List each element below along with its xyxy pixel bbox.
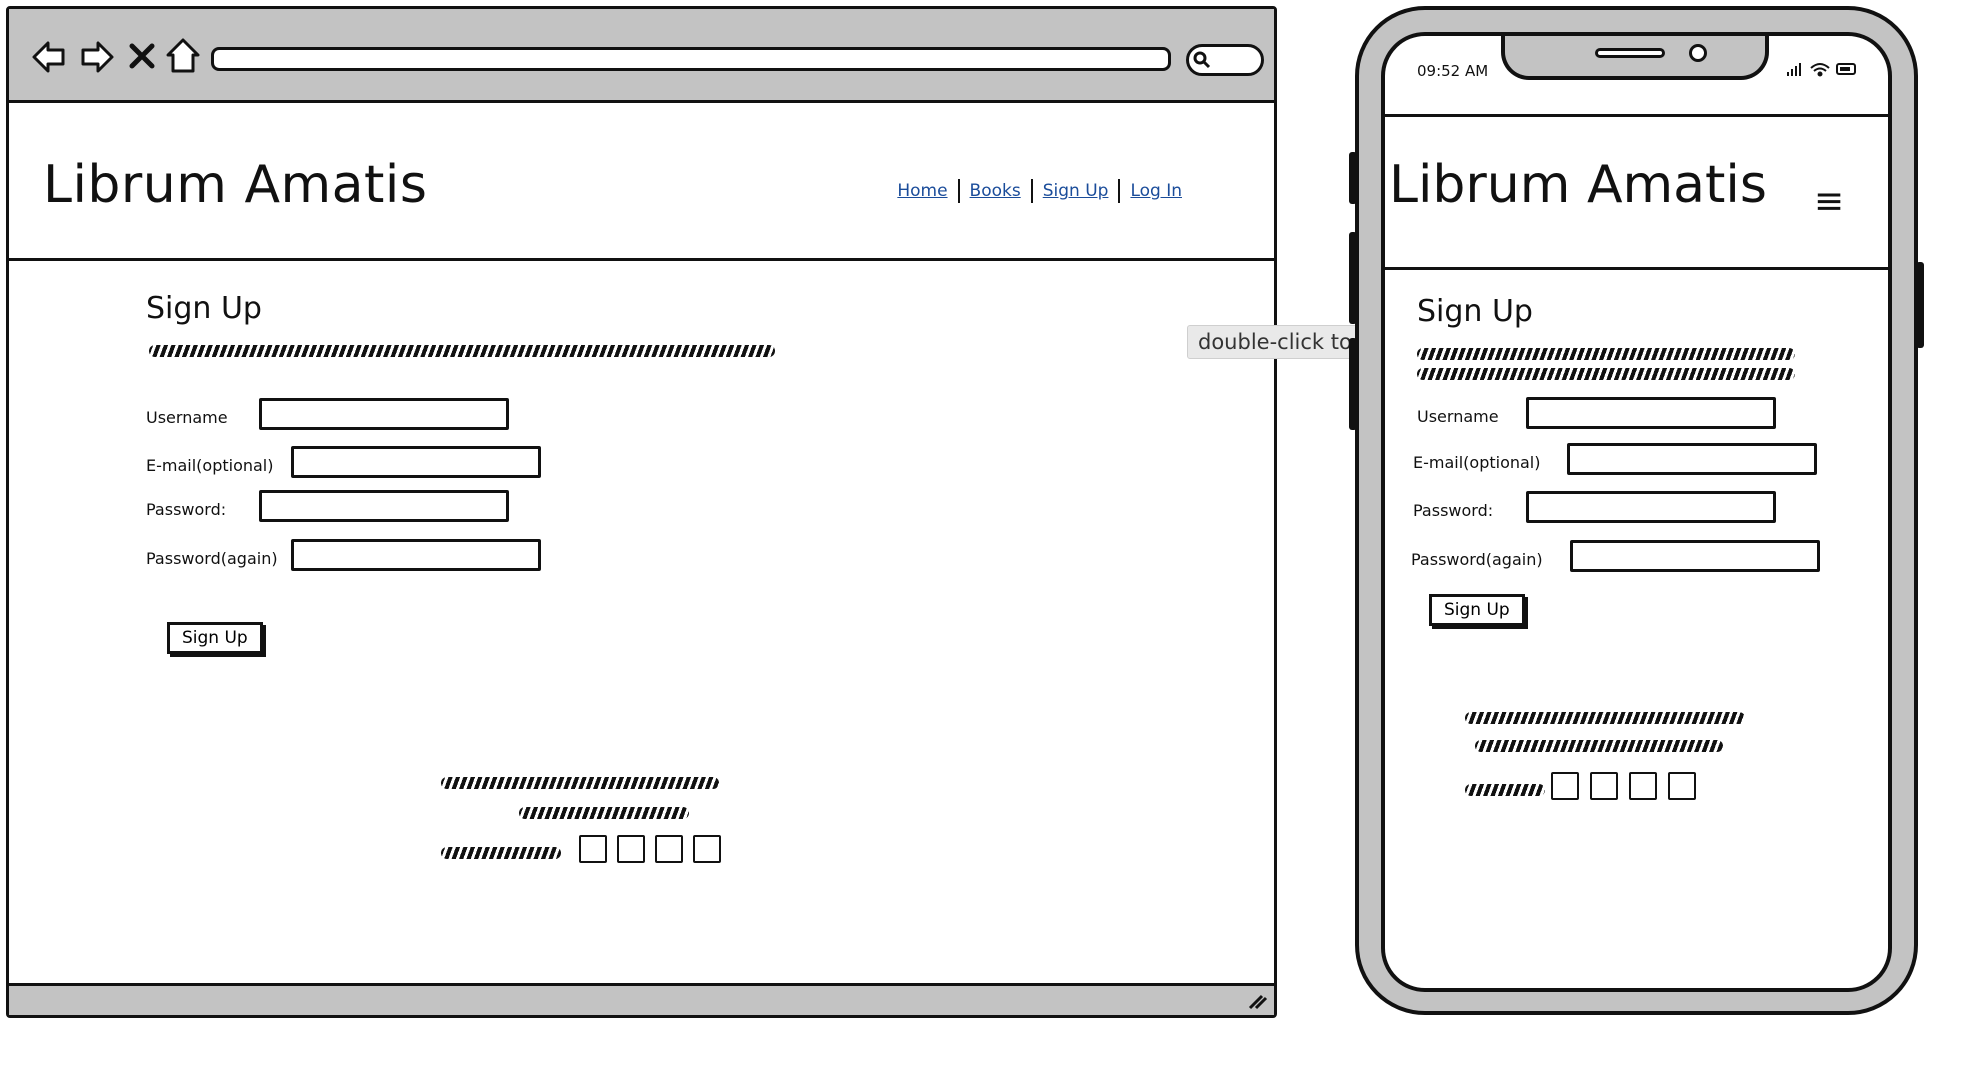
mobile-email-label: E-mail(optional) xyxy=(1413,453,1541,472)
close-x-icon[interactable] xyxy=(127,41,157,71)
mobile-social-links xyxy=(1551,772,1696,800)
nav-home-link[interactable]: Home xyxy=(887,181,957,201)
camera-icon xyxy=(1689,44,1707,62)
mobile-username-input[interactable] xyxy=(1526,397,1776,429)
status-time: 09:52 AM xyxy=(1417,62,1489,80)
social-icon-placeholder[interactable] xyxy=(579,835,607,863)
back-arrow-icon[interactable] xyxy=(31,39,67,75)
footer-placeholder-line xyxy=(1475,740,1723,752)
browser-search-box[interactable] xyxy=(1186,44,1264,76)
footer-placeholder-line xyxy=(441,777,719,789)
nav-books-link[interactable]: Books xyxy=(960,181,1031,201)
mobile-username-label: Username xyxy=(1417,407,1499,426)
browser-window: Librum Amatis Home Books Sign Up Log In … xyxy=(6,6,1277,1018)
social-icon-placeholder[interactable] xyxy=(617,835,645,863)
password-again-label: Password(again) xyxy=(146,549,278,568)
hamburger-menu-icon[interactable]: ≡ xyxy=(1814,181,1844,222)
browser-status-bar xyxy=(9,983,1274,1015)
page-title: Sign Up xyxy=(146,291,262,326)
battery-icon xyxy=(1836,63,1856,75)
social-icon-placeholder[interactable] xyxy=(693,835,721,863)
footer-placeholder-line xyxy=(1465,712,1745,724)
social-icon-placeholder[interactable] xyxy=(1668,772,1696,800)
password-label: Password: xyxy=(146,500,227,519)
mobile-header: Librum Amatis ≡ xyxy=(1385,114,1888,270)
mobile-password-again-input[interactable] xyxy=(1570,540,1820,572)
mobile-email-input[interactable] xyxy=(1567,443,1817,475)
phone-frame: 09:52 AM Librum Amatis ≡ Sign Up Usernam… xyxy=(1355,6,1918,1015)
mobile-signup-submit-button[interactable]: Sign Up xyxy=(1429,594,1525,626)
password-input[interactable] xyxy=(259,490,509,522)
nav-login-link[interactable]: Log In xyxy=(1120,181,1192,201)
signup-submit-button[interactable]: Sign Up xyxy=(167,622,263,654)
address-bar[interactable] xyxy=(211,47,1171,71)
footer-placeholder-line xyxy=(441,847,561,859)
wifi-icon xyxy=(1810,63,1830,77)
placeholder-text-line xyxy=(149,345,775,357)
home-icon[interactable] xyxy=(165,37,201,75)
social-icon-placeholder[interactable] xyxy=(1551,772,1579,800)
social-links xyxy=(579,835,721,863)
browser-toolbar xyxy=(9,9,1274,103)
mobile-page-title: Sign Up xyxy=(1417,294,1533,329)
social-icon-placeholder[interactable] xyxy=(1590,772,1618,800)
footer-placeholder-line xyxy=(1465,784,1545,796)
status-icons xyxy=(1787,63,1856,77)
placeholder-text-line xyxy=(1417,368,1795,380)
site-header: Librum Amatis Home Books Sign Up Log In xyxy=(9,103,1274,261)
email-label: E-mail(optional) xyxy=(146,456,274,475)
mobile-password-label: Password: xyxy=(1413,501,1494,520)
placeholder-text-line xyxy=(1417,348,1795,360)
email-input[interactable] xyxy=(291,446,541,478)
mobile-password-input[interactable] xyxy=(1526,491,1776,523)
username-label: Username xyxy=(146,408,228,427)
phone-notch xyxy=(1501,36,1769,80)
mobile-password-again-label: Password(again) xyxy=(1411,550,1543,569)
main-nav: Home Books Sign Up Log In xyxy=(887,179,1192,203)
footer-placeholder-line xyxy=(519,807,689,819)
signal-icon xyxy=(1787,63,1801,76)
social-icon-placeholder[interactable] xyxy=(655,835,683,863)
mobile-site-logo[interactable]: Librum Amatis xyxy=(1389,155,1767,215)
speaker-icon xyxy=(1595,48,1665,58)
social-icon-placeholder[interactable] xyxy=(1629,772,1657,800)
resize-grip-icon[interactable] xyxy=(1246,992,1268,1010)
username-input[interactable] xyxy=(259,398,509,430)
site-logo[interactable]: Librum Amatis xyxy=(43,155,427,215)
password-again-input[interactable] xyxy=(291,539,541,571)
phone-screen: 09:52 AM Librum Amatis ≡ Sign Up Usernam… xyxy=(1381,32,1892,992)
search-icon xyxy=(1193,51,1211,69)
nav-signup-link[interactable]: Sign Up xyxy=(1033,181,1119,201)
forward-arrow-icon[interactable] xyxy=(79,39,115,75)
